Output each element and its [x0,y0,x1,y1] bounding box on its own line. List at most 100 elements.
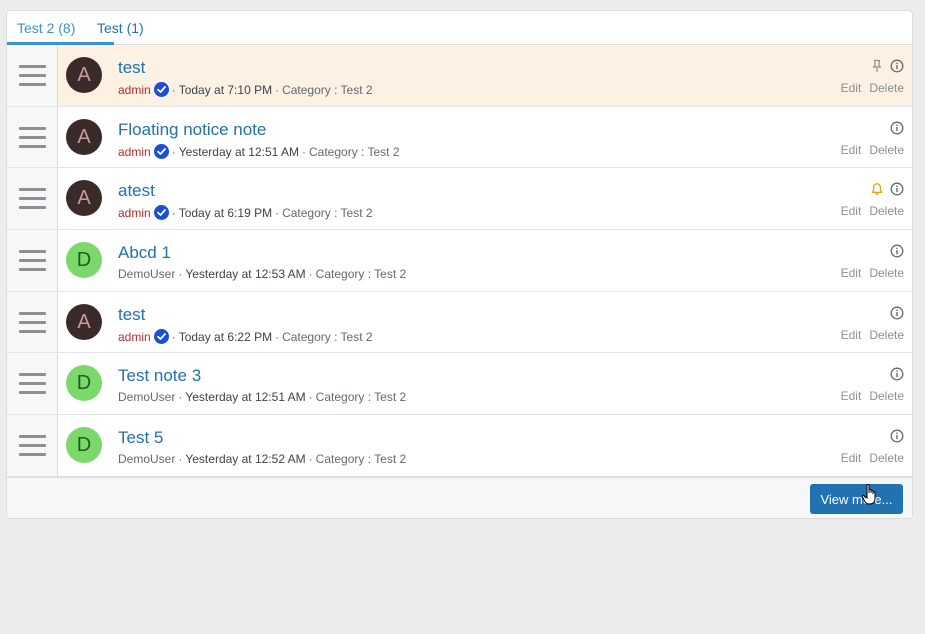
edit-link[interactable]: Edit [841,266,862,280]
avatar: D [66,427,102,464]
separator: · [308,452,313,467]
note-row: D Test 5 DemoUser · Yesterday at 12:52 AM ·… [7,415,912,477]
separator: · [308,267,313,282]
note-category: Category : Test 2 [282,206,373,221]
note-icons [841,429,904,445]
note-timestamp: Yesterday at 12:52 AM [185,452,306,467]
note-title-link[interactable]: Abcd 1 [118,243,171,263]
delete-link[interactable]: Delete [869,204,904,218]
info-icon[interactable] [890,182,904,196]
drag-handle-icon[interactable] [7,353,58,415]
note-actions: Edit Delete [841,244,904,280]
note-timestamp: Today at 6:19 PM [178,206,273,221]
separator: · [171,144,176,159]
note-icons [841,59,904,75]
note-row: D Abcd 1 DemoUser · Yesterday at 12:53 AM ·… [7,230,912,292]
note-timestamp: Today at 6:22 PM [178,329,273,344]
note-actions: Edit Delete [841,367,904,403]
note-author: DemoUser [118,390,176,405]
separator: · [171,83,176,97]
note-title-link[interactable]: test [118,305,145,325]
separator: · [275,329,280,344]
delete-link[interactable]: Delete [869,81,904,95]
note-author: admin [118,206,151,221]
note-category: Category : Test 2 [315,452,407,467]
edit-link[interactable]: Edit [841,204,862,218]
note-timestamp: Yesterday at 12:51 AM [185,390,306,405]
verified-badge-icon [153,205,169,221]
note-icons [841,182,904,198]
separator: · [178,452,183,467]
separator: · [178,390,183,405]
hand-cursor-icon [862,484,876,505]
note-author: DemoUser [118,452,176,467]
note-title-link[interactable]: atest [118,181,155,201]
tab-bar: Test 2 (8) Test (1) [7,11,912,45]
verified-badge-icon [153,82,169,97]
view-more-button[interactable]: View more... [810,484,903,514]
note-icons [841,244,904,260]
note-row: A atest admin · Today at 6:19 PM · Category … [7,168,912,231]
drag-handle-icon[interactable] [7,415,58,476]
note-icons [841,367,904,383]
info-icon[interactable] [890,306,904,320]
edit-link[interactable]: Edit [841,389,862,403]
note-author: DemoUser [118,267,176,282]
drag-handle-icon[interactable] [7,45,58,106]
drag-handle-icon[interactable] [7,168,58,230]
note-meta: DemoUser · Yesterday at 12:53 AM · Category … [118,267,406,281]
info-icon[interactable] [890,121,904,135]
separator: · [178,267,183,282]
note-category: Category : Test 2 [282,83,373,97]
delete-link[interactable]: Delete [869,143,904,157]
info-icon[interactable] [890,429,904,443]
note-meta: admin · Today at 6:22 PM · Category : Test 2 [118,328,373,344]
info-icon[interactable] [890,367,904,381]
delete-link[interactable]: Delete [869,328,904,342]
note-actions: Edit Delete [841,121,904,157]
note-title-link[interactable]: test [118,58,145,78]
drag-handle-icon[interactable] [7,230,58,291]
note-title-link[interactable]: Test 5 [118,428,163,448]
notes-list: A test admin · Today at 7:10 PM · Category :… [7,45,912,477]
drag-handle-icon[interactable] [7,291,58,353]
note-title-link[interactable]: Test note 3 [118,366,201,386]
panel-footer: View more... [7,477,912,518]
delete-link[interactable]: Delete [869,389,904,403]
bell-icon[interactable] [870,182,884,196]
separator: · [302,144,306,159]
note-category: Category : Test 2 [315,267,407,282]
notes-panel: Test 2 (8) Test (1) A test admin · Today a… [6,10,913,519]
edit-link[interactable]: Edit [841,451,862,465]
note-timestamp: Yesterday at 12:51 AM [178,144,299,159]
edit-link[interactable]: Edit [841,143,862,157]
delete-link[interactable]: Delete [869,451,904,465]
edit-link[interactable]: Edit [841,328,862,342]
note-timestamp: Today at 7:10 PM [178,83,273,97]
tab-test[interactable]: Test (1) [97,19,144,45]
note-category: Category : Test 2 [282,329,373,344]
delete-link[interactable]: Delete [869,266,904,280]
note-timestamp: Yesterday at 12:53 AM [185,267,306,282]
note-actions: Edit Delete [841,429,904,465]
note-title-link[interactable]: Floating notice note [118,120,266,140]
drag-handle-icon[interactable] [7,106,58,168]
avatar: A [66,303,102,340]
note-meta: admin · Today at 6:19 PM · Category : Test 2 [118,205,373,221]
note-icons [841,121,904,137]
note-meta: admin · Yesterday at 12:51 AM · Category : T… [118,143,400,159]
pin-icon[interactable] [870,59,884,73]
note-category: Category : Test 2 [315,390,407,405]
edit-link[interactable]: Edit [841,81,862,95]
note-row: A test admin · Today at 7:10 PM · Category :… [7,45,912,107]
avatar: A [66,180,102,217]
info-icon[interactable] [890,244,904,258]
avatar: A [66,57,102,93]
verified-badge-icon [153,143,169,159]
note-actions: Edit Delete [841,59,904,95]
note-author: admin [118,329,151,344]
note-meta: admin · Today at 7:10 PM · Category : Test 2 [118,82,373,97]
info-icon[interactable] [890,59,904,73]
note-actions: Edit Delete [841,306,904,342]
avatar: A [66,118,102,155]
